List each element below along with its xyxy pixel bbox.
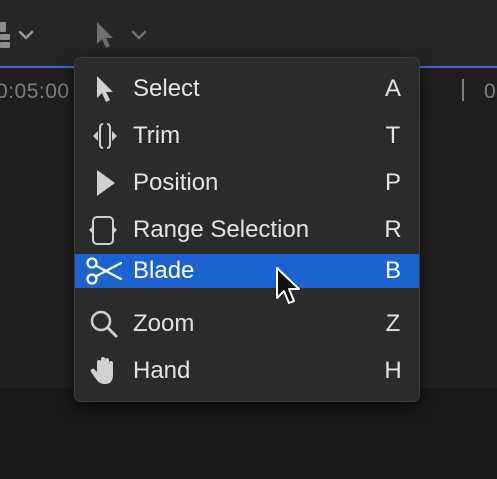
menu-item-label: Hand (133, 357, 191, 384)
scissors-icon (86, 257, 123, 285)
menu-item-blade[interactable]: Blade B (75, 254, 419, 288)
arrow-pointer-icon[interactable] (95, 20, 115, 50)
timecode-label-right: 0 (484, 80, 496, 103)
menu-item-trim[interactable]: Trim T (75, 119, 419, 153)
ruler-tick (462, 79, 464, 101)
range-selection-icon (89, 216, 117, 245)
menu-item-shortcut: Z (385, 310, 401, 337)
position-icon (97, 170, 115, 196)
menu-item-shortcut: T (385, 122, 401, 149)
clip-layout-icon[interactable] (0, 22, 12, 50)
mouse-cursor-icon (276, 267, 300, 304)
menu-item-label: Trim (133, 122, 181, 149)
magnifier-icon (90, 310, 118, 338)
hand-icon (90, 357, 113, 384)
chevron-down-icon[interactable] (18, 30, 34, 40)
menu-item-label: Blade (133, 257, 195, 284)
menu-item-label: Position (133, 169, 219, 196)
menu-item-zoom[interactable]: Zoom Z (75, 307, 419, 341)
menu-item-hand[interactable]: Hand H (75, 354, 419, 388)
menu-item-shortcut: B (384, 257, 401, 284)
menu-item-shortcut: P (384, 169, 401, 196)
trim-icon (93, 123, 117, 149)
chevron-down-icon[interactable] (131, 30, 147, 40)
menu-item-position[interactable]: Position P (75, 166, 419, 200)
menu-item-label: Range Selection (133, 216, 310, 243)
menu-item-shortcut: H (384, 357, 402, 384)
menu-item-label: Select (133, 75, 200, 102)
final-cut-window: 0:05:00 0 Select A Trim T Position P Ran… (0, 0, 497, 479)
menu-item-shortcut: A (384, 75, 401, 102)
menu-item-shortcut: R (384, 216, 402, 243)
tools-menu: Select A Trim T Position P Range Selecti… (74, 57, 420, 402)
timecode-label: 0:05:00 (0, 80, 70, 103)
menu-item-range-selection[interactable]: Range Selection R (75, 213, 419, 247)
menu-item-label: Zoom (133, 310, 195, 337)
arrow-pointer-icon (97, 76, 113, 102)
menu-item-select[interactable]: Select A (75, 72, 419, 106)
